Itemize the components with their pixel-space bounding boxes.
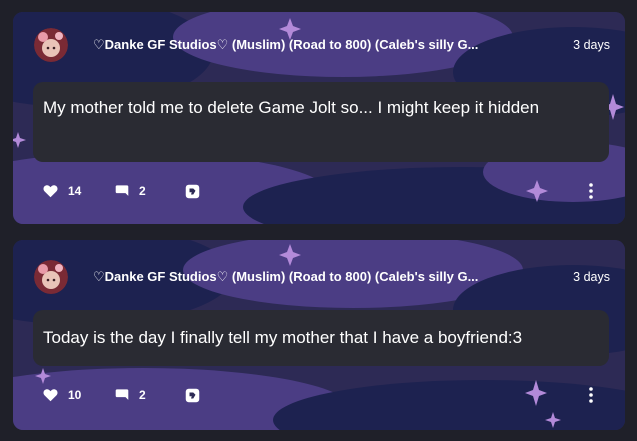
share-icon [185,388,200,402]
post-timestamp[interactable]: 3 days [573,38,610,52]
comment-count: 2 [139,388,146,402]
like-count: 10 [68,388,82,402]
avatar[interactable] [34,28,68,62]
heart-icon [43,389,58,402]
post-author[interactable]: ♡Danke GF Studios♡ (Muslim) (Road to 800… [93,37,551,53]
more-options-button[interactable] [588,385,594,405]
post-timestamp[interactable]: 3 days [573,270,610,284]
share-button[interactable] [185,181,200,201]
post-actions: 14 2 [13,181,625,201]
comment-button[interactable]: 2 [115,181,146,201]
post-actions: 10 2 [13,385,625,405]
like-button[interactable]: 10 [43,385,81,405]
post-content[interactable]: My mother told me to delete Game Jolt so… [33,82,609,162]
avatar[interactable] [34,260,68,294]
like-button[interactable]: 14 [43,181,81,201]
share-button[interactable] [185,385,200,405]
more-options-button[interactable] [588,181,594,201]
more-icon [589,387,593,403]
like-count: 14 [68,184,82,198]
comment-icon [115,185,129,196]
comment-count: 2 [139,184,146,198]
share-icon [185,184,200,198]
post-card[interactable]: ♡Danke GF Studios♡ (Muslim) (Road to 800… [13,240,625,430]
heart-icon [43,185,58,198]
comment-icon [115,389,129,400]
post-author[interactable]: ♡Danke GF Studios♡ (Muslim) (Road to 800… [93,269,551,285]
post-card[interactable]: ♡Danke GF Studios♡ (Muslim) (Road to 800… [13,12,625,224]
post-feed: ♡Danke GF Studios♡ (Muslim) (Road to 800… [0,0,637,441]
comment-button[interactable]: 2 [115,385,146,405]
more-icon [589,183,593,199]
post-content[interactable]: Today is the day I finally tell my mothe… [33,310,609,366]
